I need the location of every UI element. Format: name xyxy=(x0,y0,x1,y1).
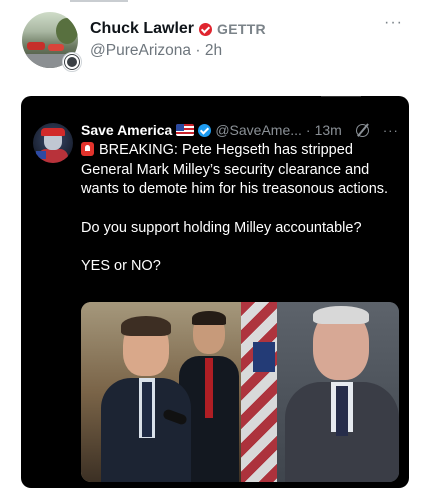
quoted-age[interactable]: 13m xyxy=(315,122,342,138)
post-age[interactable]: 2h xyxy=(205,42,222,59)
red-verified-icon xyxy=(199,22,213,36)
quoted-author-name[interactable]: Save America xyxy=(81,122,172,138)
quoted-separator: · xyxy=(305,122,311,138)
quoted-header: Save America @SaveAme... · 13m ··· xyxy=(81,122,399,138)
app-label: GETTR xyxy=(217,21,266,37)
author-name[interactable]: Chuck Lawler xyxy=(90,20,194,38)
grok-icon[interactable] xyxy=(355,123,369,137)
author-handle[interactable]: @PureArizona xyxy=(90,42,191,59)
blue-verified-icon xyxy=(198,123,212,137)
quoted-more-icon[interactable]: ··· xyxy=(383,123,399,138)
quoted-photo[interactable] xyxy=(81,302,399,482)
quoted-handle[interactable]: @SaveAme... xyxy=(215,122,302,138)
quoted-tweet-card[interactable]: Save America @SaveAme... · 13m ··· BREAK… xyxy=(21,96,409,488)
save-america-avatar[interactable] xyxy=(33,123,73,163)
more-icon[interactable]: ··· xyxy=(384,14,403,32)
siren-icon xyxy=(81,142,94,156)
quoted-text: BREAKING: Pete Hegseth has stripped Gene… xyxy=(81,141,399,277)
us-flag-icon xyxy=(176,124,195,136)
quoted-text-line3: YES or NO? xyxy=(81,258,161,274)
separator-dot: · xyxy=(195,42,201,59)
top-divider xyxy=(70,0,128,2)
card-top-line xyxy=(321,96,361,97)
author-handle-row: @PureArizona · 2h xyxy=(90,42,222,60)
quoted-text-line1: BREAKING: Pete Hegseth has stripped Gene… xyxy=(81,142,389,197)
author-row: Chuck Lawler GETTR xyxy=(90,20,266,38)
avatar-badge-icon xyxy=(62,52,82,72)
quoted-text-line2: Do you support holding Milley accountabl… xyxy=(81,219,362,236)
